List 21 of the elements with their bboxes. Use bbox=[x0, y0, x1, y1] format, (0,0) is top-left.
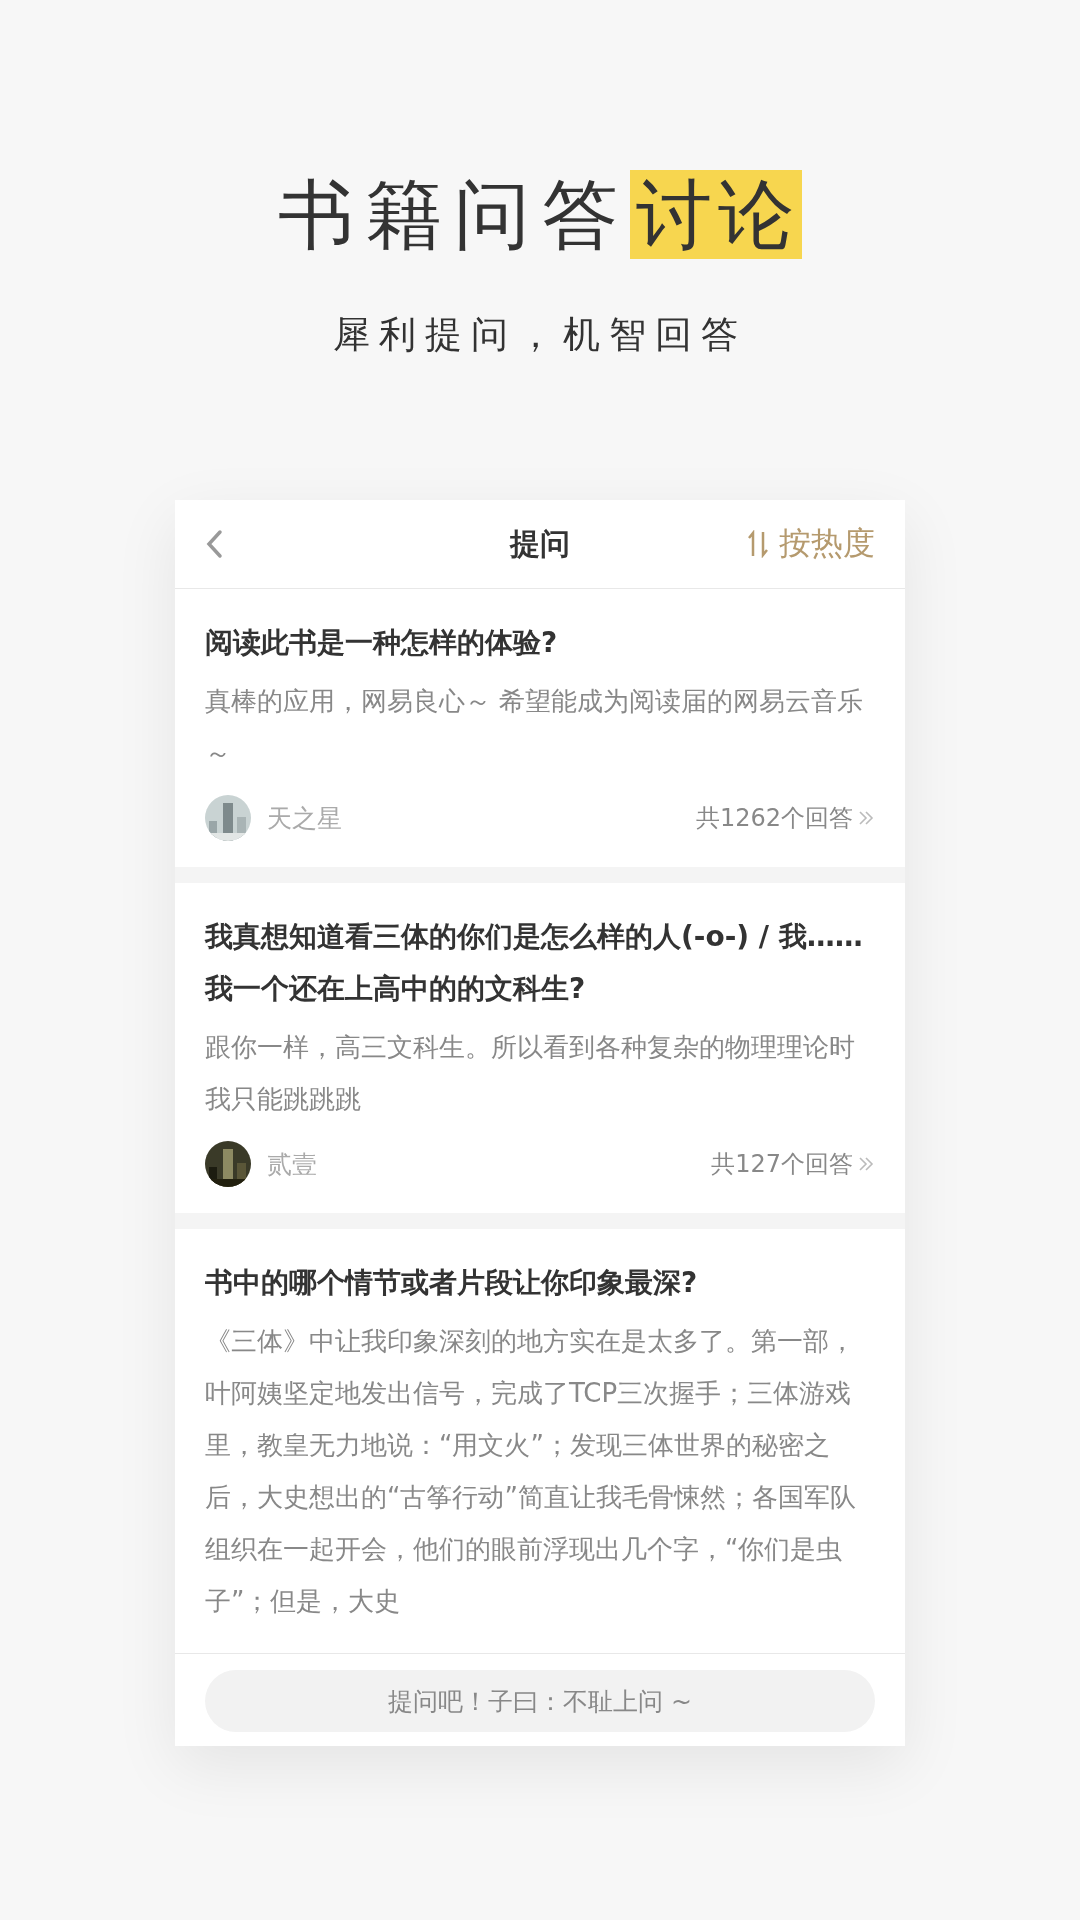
back-icon[interactable] bbox=[205, 529, 223, 559]
question-title: 阅读此书是一种怎样的体验? bbox=[205, 625, 559, 661]
double-chevron-icon bbox=[857, 809, 875, 827]
author-name: 天之星 bbox=[267, 802, 343, 835]
answer-text: 《三体》中让我印象深刻的地方实在是太多了。第一部，叶阿姨坚定地发出信号，完成了TCP三次握手；三体游戏里，教皇无力地说：“用文火”；发现三体世界的秘密之后，大史想出的“古筝行动”简直让我毛骨悚然；各国军队组织在一起开会，他们的眼前浮现出几个字，“你们是虫子”；但是，大史 bbox=[205, 1325, 857, 1618]
answer-count-link[interactable]: 共1262个回答 bbox=[695, 802, 875, 834]
question-card[interactable]: 我真想知道看三体的你们是怎么样的人(-o-) / 我……我一个还在上高中的的文科生? 跟你一样，高三文科生。所以看到各种复杂的物理理论时我只能跳跳跳 贰壹 共127个回答 bbox=[175, 883, 905, 1213]
question-title: 我真想知道看三体的你们是怎么样的人(-o-) / 我……我一个还在上高中的的文科生? bbox=[205, 919, 864, 1007]
sort-icon bbox=[747, 530, 769, 558]
answer-count-link[interactable]: 共127个回答 bbox=[711, 1148, 875, 1180]
answer-text: 真棒的应用，网易良心～ 希望能成为阅读届的网易云音乐～ bbox=[205, 685, 865, 770]
author-name: 贰壹 bbox=[267, 1148, 318, 1181]
question-card[interactable]: 阅读此书是一种怎样的体验? 真棒的应用，网易良心～ 希望能成为阅读届的网易云音乐～ 天之星 共1262个回答 bbox=[175, 589, 905, 867]
headline: 书籍问答 讨论 bbox=[278, 170, 802, 260]
ask-input[interactable]: 提问吧！子曰：不耻上问 ~ bbox=[205, 1670, 875, 1732]
question-card[interactable]: 书中的哪个情节或者片段让你印象最深? 《三体》中让我印象深刻的地方实在是太多了。第一部，叶阿姨坚定地发出信号，完成了TCP三次握手；三体游戏里，教皇无力地说：“用文火”；发现三体世界的秘密之后，大史想出的“古筝行动”简直让我毛骨悚然；各国军队组织在一起开会，他们的眼前浮现出几个字，“你们是虫子”；但是，大史 bbox=[175, 1229, 905, 1653]
screen-title: 提问 bbox=[510, 524, 570, 563]
question-title: 书中的哪个情节或者片段让你印象最深? bbox=[205, 1265, 699, 1301]
subtitle: 犀利提问，机智回答 bbox=[333, 312, 747, 358]
answer-text: 跟你一样，高三文科生。所以看到各种复杂的物理理论时我只能跳跳跳 bbox=[205, 1031, 856, 1116]
double-chevron-icon bbox=[857, 1155, 875, 1173]
